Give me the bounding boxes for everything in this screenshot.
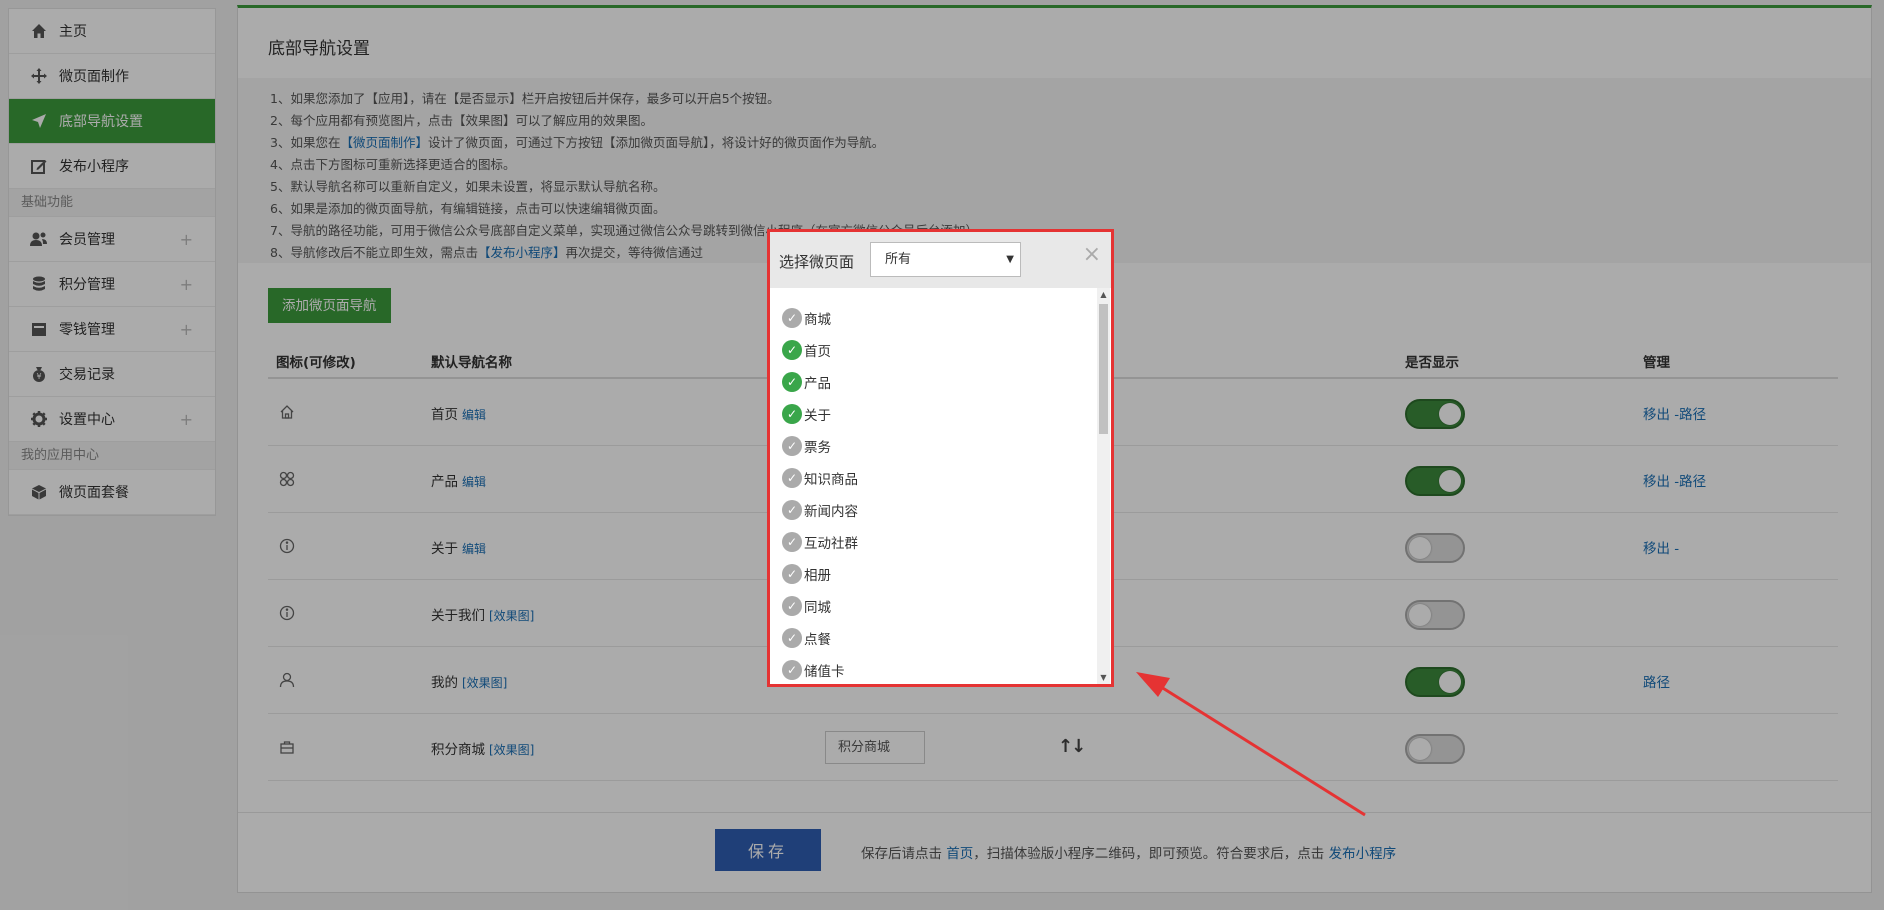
annotation-arrow-head: [1136, 672, 1170, 697]
annotation-arrow: [1136, 672, 1366, 817]
annotation-arrow-shaft: [1149, 678, 1366, 817]
